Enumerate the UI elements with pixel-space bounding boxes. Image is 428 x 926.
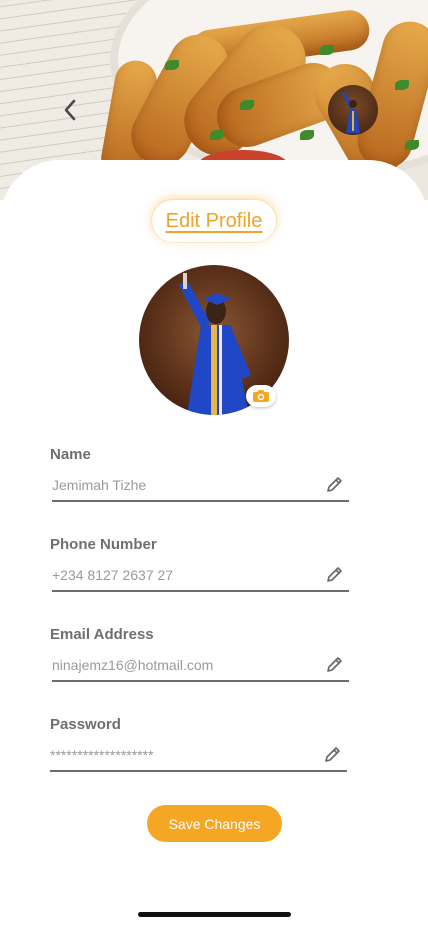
name-input-row	[52, 474, 349, 502]
phone-input-row	[52, 564, 349, 592]
back-button[interactable]	[56, 96, 84, 124]
home-indicator	[138, 912, 291, 917]
phone-field: Phone Number	[50, 536, 350, 592]
name-input[interactable]	[52, 474, 312, 496]
edit-pencil-icon[interactable]	[325, 564, 345, 584]
change-photo-button[interactable]	[246, 385, 276, 407]
edit-pencil-icon[interactable]	[323, 744, 343, 764]
phone-input[interactable]	[52, 564, 312, 586]
chevron-left-icon	[64, 99, 76, 121]
herb	[405, 140, 419, 150]
email-field: Email Address	[50, 626, 350, 682]
phone-label: Phone Number	[50, 536, 157, 553]
herb	[165, 60, 179, 70]
herb	[300, 130, 314, 140]
page-title-pill: Edit Profile	[152, 200, 276, 242]
herb	[320, 45, 334, 55]
header-avatar[interactable]	[328, 85, 378, 135]
edit-pencil-icon[interactable]	[325, 474, 345, 494]
herb	[210, 130, 224, 140]
herb	[395, 80, 409, 90]
email-input-row	[52, 654, 349, 682]
page-title: Edit Profile	[165, 209, 263, 232]
graduate-figure	[342, 92, 360, 133]
edit-pencil-icon[interactable]	[325, 654, 345, 674]
password-field: Password	[50, 716, 350, 772]
email-label: Email Address	[50, 626, 154, 643]
password-label: Password	[50, 716, 121, 733]
save-changes-button[interactable]: Save Changes	[147, 805, 282, 842]
name-field: Name	[50, 446, 350, 502]
password-input-row	[50, 744, 347, 772]
herb	[240, 100, 254, 110]
name-label: Name	[50, 446, 91, 463]
email-input[interactable]	[52, 654, 312, 676]
camera-icon	[253, 390, 269, 402]
password-input[interactable]	[50, 744, 310, 766]
